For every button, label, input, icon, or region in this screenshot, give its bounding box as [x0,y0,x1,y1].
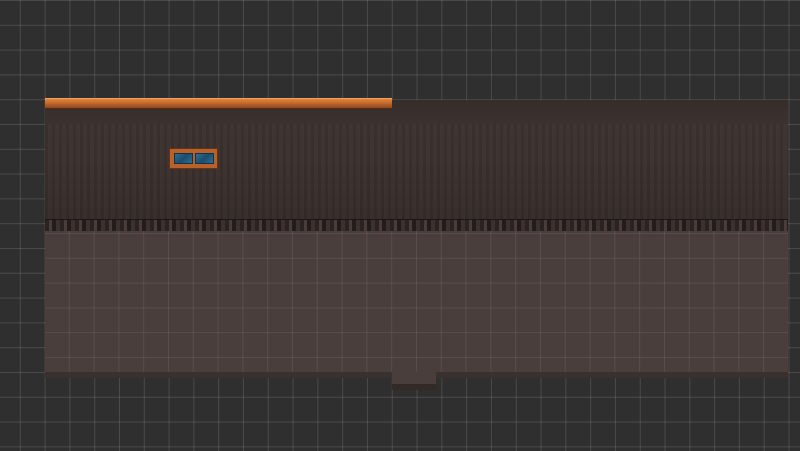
window-pane-right [195,153,214,164]
window-pane-left [174,153,193,164]
wood-beam[interactable] [45,98,392,108]
window[interactable] [169,148,218,169]
doorway-shadow [392,384,436,390]
floor-tiles[interactable] [45,231,788,372]
